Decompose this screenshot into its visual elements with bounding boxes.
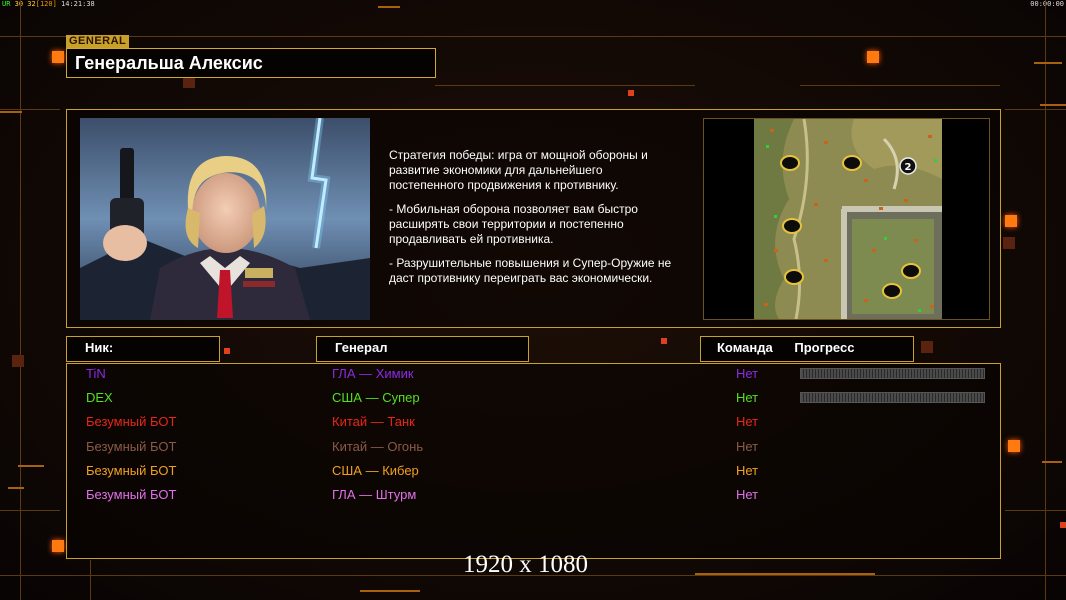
- column-header-general: Генерал: [316, 336, 529, 362]
- player-nick: Безумный БОТ: [86, 414, 177, 429]
- hud-frame-values: 30 32: [14, 0, 36, 8]
- strategy-paragraph: - Разрушительные повышения и Супер-Оружи…: [389, 256, 672, 285]
- player-team: Нет: [736, 463, 759, 478]
- player-team: Нет: [736, 439, 759, 454]
- resolution-watermark: 1920 x 1080: [463, 551, 588, 578]
- general-name: Генеральша Алексис: [66, 48, 436, 78]
- player-team: Нет: [736, 390, 759, 405]
- player-team: Нет: [736, 414, 759, 429]
- player-general: Китай — Танк: [332, 414, 415, 429]
- hud-bracket-value: [120]: [35, 0, 57, 8]
- player-nick: TiN: [86, 366, 106, 381]
- column-header-team: Команда: [717, 340, 773, 355]
- strategy-paragraph: Стратегия победы: игра от мощной обороны…: [389, 148, 648, 192]
- map-preview: 2: [703, 118, 990, 320]
- player-progress-bar: [800, 392, 985, 403]
- strategy-paragraph: - Мобильная оборона позволяет вам быстро…: [389, 202, 638, 246]
- player-nick: Безумный БОТ: [86, 463, 177, 478]
- column-header-nick: Ник:: [66, 336, 220, 362]
- debug-hud: UR 30 32[120] 14:21:38: [2, 0, 95, 9]
- column-header-team-progress: Команда Прогресс: [700, 336, 914, 362]
- player-progress-bar: [800, 368, 985, 379]
- strategy-description: Стратегия победы: игра от мощной обороны…: [389, 148, 699, 295]
- player-general: США — Кибер: [332, 463, 419, 478]
- player-general: ГЛА — Химик: [332, 366, 414, 381]
- map-player-marker: 2: [905, 162, 912, 173]
- player-team: Нет: [736, 487, 759, 502]
- hud-timer: 00:00:00: [1030, 0, 1064, 8]
- general-portrait: [80, 118, 370, 320]
- player-nick: DEX: [86, 390, 113, 405]
- player-nick: Безумный БОТ: [86, 439, 177, 454]
- player-team: Нет: [736, 366, 759, 381]
- column-header-progress: Прогресс: [794, 340, 855, 355]
- player-general: США — Супер: [332, 390, 420, 405]
- player-general: Китай — Огонь: [332, 439, 424, 454]
- player-nick: Безумный БОТ: [86, 487, 177, 502]
- hud-label: UR: [2, 0, 11, 8]
- player-general: ГЛА — Штурм: [332, 487, 417, 502]
- hud-clock: 14:21:38: [61, 0, 95, 8]
- general-tag: GENERAL: [66, 35, 130, 48]
